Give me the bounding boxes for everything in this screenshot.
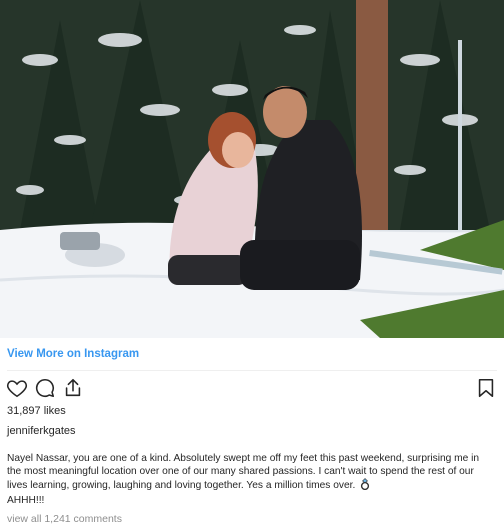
snowy-forest-couple-photo — [0, 0, 504, 338]
divider — [7, 370, 497, 371]
view-all-comments-link[interactable]: view all 1,241 comments — [7, 513, 122, 525]
bookmark-icon[interactable] — [475, 377, 497, 399]
post-username[interactable]: jenniferkgates — [7, 425, 76, 437]
post-caption: Nayel Nassar, you are one of a kind. Abs… — [7, 452, 493, 507]
comment-bubble-icon[interactable] — [34, 377, 56, 399]
likes-count[interactable]: 31,897 likes — [7, 405, 66, 417]
view-more-on-instagram-link[interactable]: View More on Instagram — [7, 348, 139, 360]
ring-emoji-icon — [360, 478, 370, 494]
caption-exclamation: AHHH!!! — [7, 495, 45, 506]
post-actions-bar — [6, 377, 497, 401]
post-photo[interactable] — [0, 0, 504, 338]
heart-outline-icon[interactable] — [6, 377, 28, 399]
share-upload-icon[interactable] — [62, 377, 84, 399]
caption-text: Nayel Nassar, you are one of a kind. Abs… — [7, 453, 480, 491]
